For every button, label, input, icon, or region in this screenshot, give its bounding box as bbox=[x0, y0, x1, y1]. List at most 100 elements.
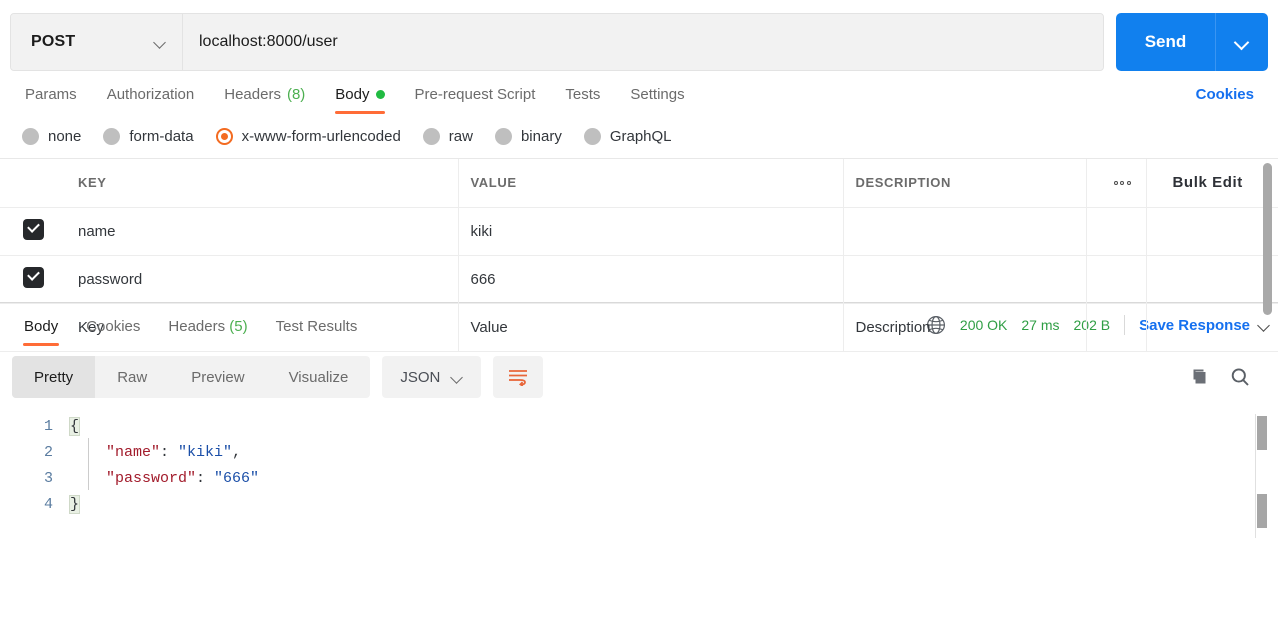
code-text: } bbox=[70, 492, 79, 518]
radio-icon bbox=[103, 128, 120, 145]
url-input[interactable]: localhost:8000/user bbox=[183, 14, 1103, 70]
row-key[interactable]: password bbox=[66, 255, 458, 303]
body-present-dot-icon bbox=[376, 90, 385, 99]
row-checkbox[interactable] bbox=[23, 267, 44, 288]
request-url-bar: POST localhost:8000/user Send bbox=[0, 0, 1278, 72]
code-line: 4} bbox=[0, 492, 1278, 518]
tab-body[interactable]: Body bbox=[320, 86, 399, 114]
row-actions[interactable] bbox=[1086, 207, 1146, 255]
tab-label: Test Results bbox=[276, 318, 358, 335]
tab-authorization[interactable]: Authorization bbox=[92, 86, 210, 114]
tab-label: Body bbox=[335, 86, 369, 103]
fold-guide bbox=[88, 438, 89, 490]
view-preview-button[interactable]: Preview bbox=[169, 356, 266, 398]
row-key[interactable]: name bbox=[66, 207, 458, 255]
body-type-label: form-data bbox=[129, 128, 193, 145]
body-type-none[interactable]: none bbox=[22, 128, 81, 145]
body-type-label: GraphQL bbox=[610, 128, 672, 145]
code-token: } bbox=[70, 496, 79, 513]
params-table-scrollbar[interactable] bbox=[1263, 163, 1272, 315]
response-tab-cookies[interactable]: Cookies bbox=[72, 318, 154, 346]
code-scrollbar-thumb-top[interactable] bbox=[1257, 416, 1267, 450]
response-tab-body[interactable]: Body bbox=[10, 318, 72, 346]
response-tab-headers[interactable]: Headers (5) bbox=[154, 318, 261, 346]
tab-count: (5) bbox=[229, 318, 247, 335]
body-type-form-data[interactable]: form-data bbox=[103, 128, 193, 145]
body-type-graphql[interactable]: GraphQL bbox=[584, 128, 672, 145]
tab-settings[interactable]: Settings bbox=[615, 86, 699, 114]
http-method-select[interactable]: POST bbox=[11, 14, 183, 70]
tab-label: Headers bbox=[224, 86, 281, 103]
row-enable-checkbox-cell bbox=[0, 255, 66, 303]
code-text: "name": "kiki", bbox=[70, 440, 241, 466]
language-select[interactable]: JSON bbox=[382, 356, 481, 398]
radio-icon bbox=[495, 128, 512, 145]
code-token: "password" bbox=[106, 470, 196, 487]
tab-label: Params bbox=[25, 86, 77, 103]
header-key: KEY bbox=[66, 159, 458, 207]
radio-icon bbox=[423, 128, 440, 145]
header-description: DESCRIPTION bbox=[843, 159, 1086, 207]
code-token: "name" bbox=[106, 444, 160, 461]
code-token: { bbox=[70, 418, 79, 435]
code-scrollbar-thumb-bottom[interactable] bbox=[1257, 494, 1267, 528]
tab-pre-request-script[interactable]: Pre-request Script bbox=[400, 86, 551, 114]
code-scrollbar-track bbox=[1255, 414, 1256, 538]
tab-headers[interactable]: Headers (8) bbox=[209, 86, 320, 114]
body-type-raw[interactable]: raw bbox=[423, 128, 473, 145]
line-number: 2 bbox=[0, 440, 70, 466]
code-line: 3 "password": "666" bbox=[0, 466, 1278, 492]
row-actions[interactable] bbox=[1086, 255, 1146, 303]
view-visualize-button[interactable]: Visualize bbox=[267, 356, 371, 398]
table-row: password 666 bbox=[0, 255, 1278, 303]
code-token: : bbox=[160, 444, 178, 461]
body-type-x-www-form-urlencoded[interactable]: x-www-form-urlencoded bbox=[216, 128, 401, 145]
response-tab-test-results[interactable]: Test Results bbox=[262, 318, 372, 346]
send-button[interactable]: Send bbox=[1116, 13, 1216, 71]
row-value[interactable]: 666 bbox=[458, 255, 843, 303]
send-options-button[interactable] bbox=[1216, 13, 1268, 71]
code-line: 2 "name": "kiki", bbox=[0, 440, 1278, 466]
method-and-url-group: POST localhost:8000/user bbox=[10, 13, 1104, 71]
new-row-value-input[interactable]: Value bbox=[458, 303, 843, 351]
tab-tests[interactable]: Tests bbox=[550, 86, 615, 114]
body-type-label: x-www-form-urlencoded bbox=[242, 128, 401, 145]
row-checkbox[interactable] bbox=[23, 219, 44, 240]
new-row-actions[interactable] bbox=[1086, 303, 1146, 351]
response-body-viewer[interactable]: 1{2 "name": "kiki",3 "password": "666"4} bbox=[0, 408, 1278, 538]
header-value: VALUE bbox=[458, 159, 843, 207]
body-type-binary[interactable]: binary bbox=[495, 128, 562, 145]
tab-params[interactable]: Params bbox=[10, 86, 92, 114]
copy-icon[interactable] bbox=[1186, 365, 1210, 389]
tab-label: Settings bbox=[630, 86, 684, 103]
view-raw-button[interactable]: Raw bbox=[95, 356, 169, 398]
row-description[interactable] bbox=[843, 255, 1086, 303]
row-description[interactable] bbox=[843, 207, 1086, 255]
tab-label: Headers bbox=[168, 318, 225, 335]
row-trailing bbox=[1146, 207, 1278, 255]
line-number: 1 bbox=[0, 414, 70, 440]
wrap-lines-button[interactable] bbox=[493, 356, 543, 398]
ellipsis-icon[interactable] bbox=[1099, 181, 1146, 185]
table-options-cell bbox=[1086, 159, 1146, 207]
chevron-down-icon bbox=[1236, 36, 1248, 48]
params-table-header-row: KEY VALUE DESCRIPTION Bulk Edit bbox=[0, 159, 1278, 207]
tab-label: Pre-request Script bbox=[415, 86, 536, 103]
request-tabs: Params Authorization Headers (8) Body Pr… bbox=[0, 72, 1278, 114]
tab-label: Cookies bbox=[86, 318, 140, 335]
new-row-description-input[interactable]: Description bbox=[843, 303, 1086, 351]
chevron-down-icon bbox=[452, 372, 463, 383]
view-pretty-button[interactable]: Pretty bbox=[12, 356, 95, 398]
bulk-edit-cell: Bulk Edit bbox=[1146, 159, 1278, 207]
cookies-link[interactable]: Cookies bbox=[1182, 86, 1268, 114]
code-token: "666" bbox=[214, 470, 259, 487]
radio-icon bbox=[22, 128, 39, 145]
search-icon[interactable] bbox=[1228, 365, 1252, 389]
header-checkbox-cell bbox=[0, 159, 66, 207]
text-wrap-icon bbox=[507, 368, 529, 386]
code-token: , bbox=[232, 444, 241, 461]
bulk-edit-button[interactable]: Bulk Edit bbox=[1159, 174, 1243, 191]
response-body-actions bbox=[1186, 365, 1266, 389]
row-value[interactable]: kiki bbox=[458, 207, 843, 255]
radio-selected-icon bbox=[216, 128, 233, 145]
